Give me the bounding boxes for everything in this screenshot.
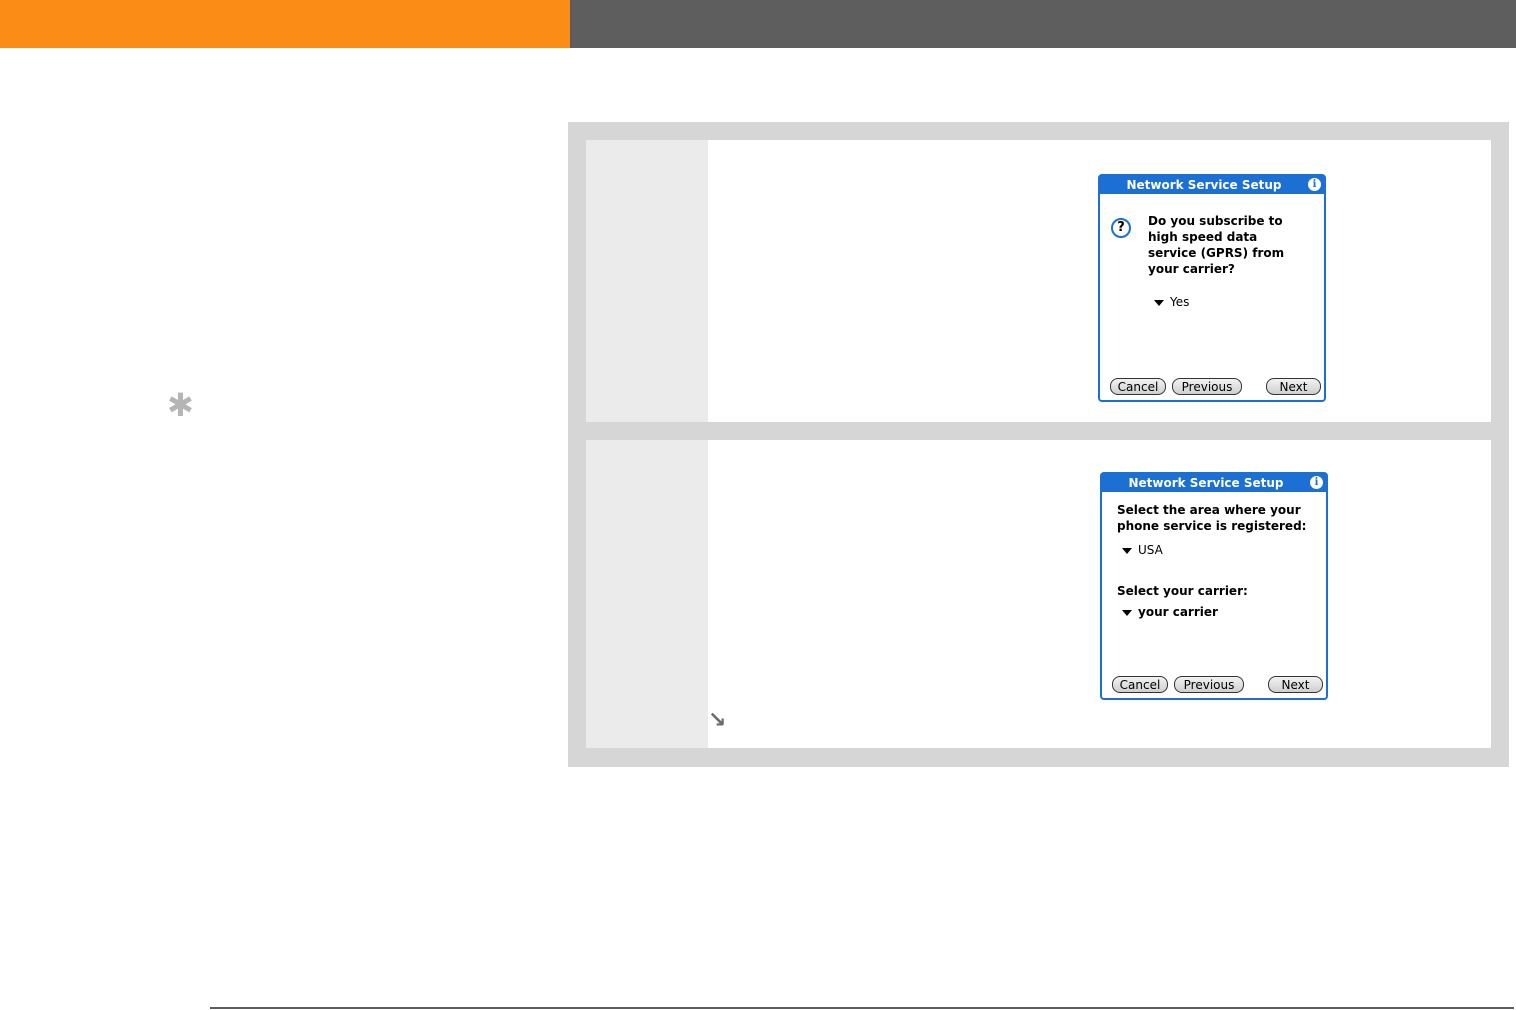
- info-icon[interactable]: i: [1308, 178, 1321, 191]
- dialog-title: Network Service Setup: [1128, 476, 1284, 490]
- dialog-title-bar: Network Service Setup i: [1102, 474, 1326, 492]
- carrier-prompt: Select your carrier:: [1117, 584, 1248, 598]
- step-1-number-column: [586, 140, 708, 422]
- footer-rule: [210, 1007, 1514, 1009]
- next-button[interactable]: Next: [1266, 378, 1321, 395]
- arrow-down-right-icon[interactable]: ↘: [708, 710, 726, 732]
- asterisk-icon: ✱: [167, 386, 194, 424]
- dialog-title-bar: Network Service Setup i: [1100, 176, 1324, 194]
- next-button[interactable]: Next: [1268, 676, 1323, 693]
- network-setup-dialog-carrier: Network Service Setup i Select the area …: [1100, 472, 1328, 700]
- cancel-button[interactable]: Cancel: [1112, 676, 1168, 693]
- gprs-question-line: your carrier?: [1148, 262, 1235, 276]
- gprs-dropdown[interactable]: Yes: [1154, 294, 1189, 310]
- step-2: Network Service Setup i Select the area …: [586, 440, 1491, 748]
- header-bar-orange: [0, 0, 570, 48]
- step-1: Network Service Setup i ? Do you subscri…: [586, 140, 1491, 422]
- dropdown-arrow-icon: [1122, 547, 1132, 554]
- dropdown-arrow-icon: [1122, 609, 1132, 616]
- step-2-number-column: [586, 440, 708, 748]
- area-prompt-line: Select the area where your: [1117, 503, 1301, 517]
- gprs-dropdown-value: Yes: [1170, 295, 1190, 309]
- cancel-button[interactable]: Cancel: [1110, 378, 1166, 395]
- carrier-dropdown[interactable]: your carrier: [1122, 604, 1218, 620]
- area-prompt: Select the area where your phone service…: [1117, 502, 1306, 534]
- header-bar-gray: [570, 0, 1516, 48]
- info-icon[interactable]: i: [1310, 476, 1323, 489]
- carrier-dropdown-value: your carrier: [1138, 605, 1218, 619]
- gprs-question-line: high speed data: [1148, 230, 1258, 244]
- area-prompt-line: phone service is registered:: [1117, 519, 1307, 533]
- dialog-title: Network Service Setup: [1126, 178, 1282, 192]
- gprs-question: Do you subscribe to high speed data serv…: [1148, 213, 1284, 277]
- dropdown-arrow-icon: [1154, 299, 1164, 306]
- area-dropdown[interactable]: USA: [1122, 542, 1163, 558]
- network-setup-dialog-gprs: Network Service Setup i ? Do you subscri…: [1098, 174, 1326, 402]
- previous-button[interactable]: Previous: [1174, 676, 1244, 693]
- steps-panel: Network Service Setup i ? Do you subscri…: [568, 122, 1509, 767]
- question-icon: ?: [1111, 218, 1131, 238]
- area-dropdown-value: USA: [1138, 543, 1163, 557]
- gprs-question-line: Do you subscribe to: [1148, 214, 1283, 228]
- previous-button[interactable]: Previous: [1172, 378, 1242, 395]
- gprs-question-line: service (GPRS) from: [1148, 246, 1285, 260]
